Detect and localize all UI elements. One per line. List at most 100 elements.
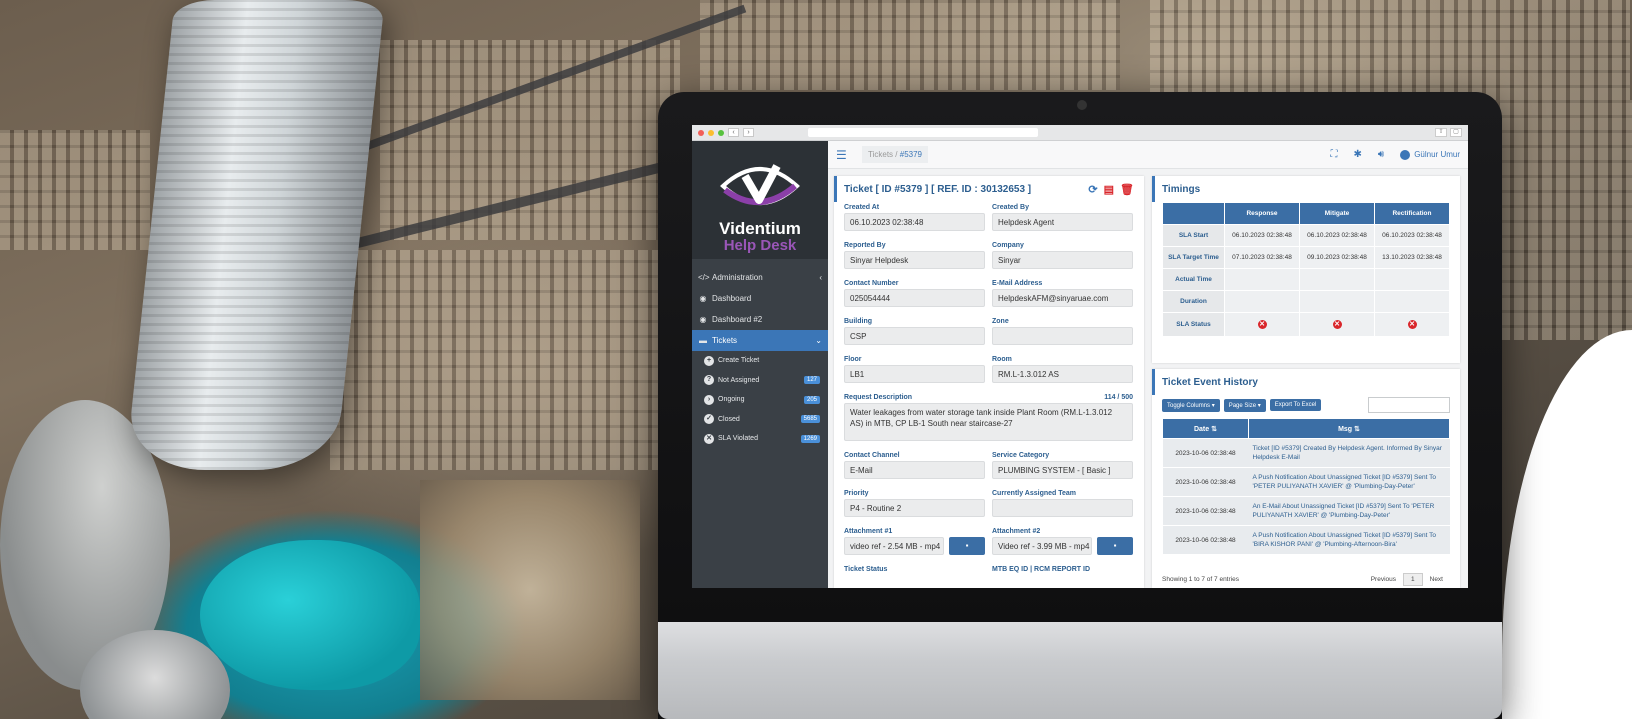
share-icon[interactable]: ⇧ [1435, 128, 1447, 137]
sidebar-subitem-label: Ongoing [718, 396, 745, 404]
table-cell: 13.10.2023 02:38:48 [1374, 246, 1450, 269]
table-row: 2023-10-06 02:38:48 A Push Notification A… [1162, 525, 1450, 555]
entries-info: Showing 1 to 7 of 7 entries [1162, 576, 1239, 583]
field-label: MTB EQ ID | RCM REPORT ID [992, 566, 1091, 573]
zone-field[interactable] [992, 327, 1133, 345]
column-header[interactable]: Msg ⇅ [1248, 418, 1450, 439]
logo-title: Videntium [719, 219, 801, 238]
contact-channel-field[interactable]: E-Mail [844, 461, 985, 479]
fullscreen-icon[interactable]: ⛶ [1331, 149, 1338, 160]
question-circle-icon: ? [704, 375, 714, 386]
pdf-icon[interactable]: ▤ [1104, 183, 1114, 196]
field-label: E-Mail Address [992, 280, 1043, 287]
sidebar-item-label: Tickets [712, 336, 738, 345]
timings-title: Timings [1152, 176, 1450, 202]
count-badge: 127 [803, 376, 820, 385]
dashboard-icon: ◉ [699, 294, 707, 303]
user-menu[interactable]: Gülnur Umur [1400, 149, 1460, 160]
previous-page-button[interactable]: Previous [1364, 574, 1403, 585]
attachment-1-field[interactable]: video ref - 2.54 MB - mp4 [844, 537, 944, 555]
breadcrumb-tickets-link[interactable]: Tickets [868, 150, 893, 159]
sidebar-subitem-label: Closed [718, 415, 740, 423]
tabs-icon[interactable]: ▢ [1450, 128, 1462, 137]
check-circle-icon: ✓ [704, 414, 714, 425]
email-field[interactable]: HelpdeskAFM@sinyaruae.com [992, 289, 1133, 307]
sidebar-subitem-ongoing[interactable]: › Ongoing 205 [692, 390, 828, 410]
building-field[interactable]: CSP [844, 327, 985, 345]
field-label: Reported By [844, 242, 886, 249]
address-bar[interactable] [808, 128, 1038, 137]
column-header[interactable]: Date ⇅ [1162, 418, 1249, 439]
minimize-window-dot[interactable] [708, 129, 714, 136]
download-attachment-2-button[interactable]: ▪ [1097, 537, 1133, 555]
ticket-icon: ▬ [699, 336, 707, 345]
page-size-button[interactable]: Page Size ▾ [1223, 398, 1266, 412]
contact-number-field[interactable]: 025054444 [844, 289, 985, 307]
speaker-icon[interactable]: 🔊︎ [1378, 149, 1384, 160]
sidebar-item-administration[interactable]: </> Administration ‹ [692, 267, 828, 288]
maximize-window-dot[interactable] [718, 129, 724, 136]
table-cell [1374, 268, 1450, 291]
table-row: Actual Time [1162, 268, 1450, 291]
sla-violated-icon: ✕ [1332, 320, 1342, 329]
trash-icon[interactable]: 🗑︎ [1120, 183, 1134, 196]
field-label: Request Description [844, 394, 913, 401]
page-button-1[interactable]: 1 [1403, 573, 1423, 586]
app-logo: Videntium Help Desk [692, 141, 828, 259]
table-cell [1224, 268, 1300, 291]
column-header: Response [1224, 202, 1300, 225]
field-label: Contact Channel [844, 452, 900, 459]
company-field[interactable]: Sinyar [992, 251, 1133, 269]
table-cell: An E-Mail About Unassigned Ticket [ID #5… [1248, 496, 1450, 526]
sidebar-subitem-closed[interactable]: ✓ Closed 5685 [692, 410, 828, 430]
table-row: 2023-10-06 02:38:48 A Push Notification A… [1162, 467, 1450, 497]
field-label: Contact Number [844, 280, 899, 287]
field-label: Room [992, 356, 1012, 363]
ticket-panel: Ticket [ ID #5379 ] [ REF. ID : 30132653… [834, 176, 1144, 588]
created-at-field[interactable]: 06.10.2023 02:38:48 [844, 213, 985, 231]
download-attachment-1-button[interactable]: ▪ [949, 537, 985, 555]
app-screen: ‹ › ⇧ ▢ Videntium Help Desk </> Administ [692, 125, 1468, 588]
table-cell: 07.10.2023 02:38:48 [1224, 246, 1300, 269]
reported-by-field[interactable]: Sinyar Helpdesk [844, 251, 985, 269]
column-header-label: Date [1193, 425, 1210, 433]
count-badge: 5685 [800, 415, 820, 424]
sidebar-item-dashboard-2[interactable]: ◉ Dashboard #2 [692, 309, 828, 330]
floor-field[interactable]: LB1 [844, 365, 985, 383]
main-area: ☰ Tickets / #5379 ⛶ ✱ 🔊︎ Gülnur Umur Tic… [828, 141, 1468, 588]
table-row: SLA Start 06.10.2023 02:38:48 06.10.2023… [1162, 224, 1450, 247]
sidebar-item-dashboard[interactable]: ◉ Dashboard [692, 288, 828, 309]
breadcrumb-separator: / [895, 150, 898, 159]
table-row: 2023-10-06 02:38:48 An E-Mail About Unass… [1162, 496, 1450, 526]
refresh-icon[interactable]: ⟳ [1088, 183, 1097, 196]
sidebar-subitem-label: Not Assigned [718, 376, 760, 384]
table-cell: 06.10.2023 02:38:48 [1374, 224, 1450, 247]
row-header: SLA Target Time [1162, 246, 1225, 269]
sidebar-item-tickets[interactable]: ▬ Tickets ⌄ [692, 330, 828, 351]
sidebar-item-label: Dashboard #2 [712, 315, 763, 324]
priority-field[interactable]: P4 - Routine 2 [844, 499, 985, 517]
table-cell [1299, 268, 1375, 291]
attachment-2-field[interactable]: Video ref - 3.99 MB - mp4 [992, 537, 1092, 555]
column-header: Rectification [1374, 202, 1450, 225]
sidebar-subitem-create-ticket[interactable]: + Create Ticket [692, 351, 828, 371]
forward-button[interactable]: › [743, 128, 754, 137]
next-page-button[interactable]: Next [1423, 574, 1450, 585]
close-window-dot[interactable] [698, 129, 704, 136]
back-button[interactable]: ‹ [728, 128, 739, 137]
table-cell: A Push Notification About Unassigned Tic… [1248, 467, 1450, 497]
assigned-team-field[interactable] [992, 499, 1133, 517]
sidebar-subitem-not-assigned[interactable]: ? Not Assigned 127 [692, 371, 828, 391]
menu-icon[interactable]: ☰ [836, 148, 850, 162]
logo-subtitle: Help Desk [723, 237, 797, 254]
bug-icon[interactable]: ✱ [1354, 149, 1362, 160]
export-excel-button[interactable]: Export To Excel [1269, 399, 1322, 411]
service-category-field[interactable]: PLUMBING SYSTEM - [ Basic ] [992, 461, 1133, 479]
room-field[interactable]: RM.L-1.3.012 AS [992, 365, 1133, 383]
created-by-field[interactable]: Helpdesk Agent [992, 213, 1133, 231]
search-input[interactable] [1368, 397, 1450, 413]
sidebar-subitem-sla-violated[interactable]: ✕ SLA Violated 1269 [692, 429, 828, 449]
field-label: Currently Assigned Team [992, 490, 1077, 497]
request-description-textarea[interactable]: Water leakages from water storage tank i… [844, 403, 1133, 441]
toggle-columns-button[interactable]: Toggle Columns ▾ [1162, 398, 1220, 412]
